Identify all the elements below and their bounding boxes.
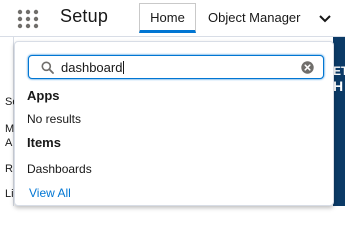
view-all-link[interactable]: View All [29, 186, 71, 200]
clear-icon[interactable] [301, 61, 314, 74]
items-heading: Items [27, 135, 61, 150]
quick-find-search-input[interactable]: dashboard [28, 55, 324, 79]
background-banner [333, 37, 345, 206]
background-sidebar [0, 37, 14, 206]
background-text: R [5, 163, 13, 175]
search-icon [41, 61, 54, 74]
quick-find-dropdown: dashboard Apps No results Items Dashboar… [14, 41, 334, 206]
tab-home[interactable]: Home [139, 3, 196, 33]
app-title: Setup [60, 6, 109, 26]
background-text: ET [333, 64, 345, 78]
background-text: A [5, 137, 13, 149]
result-item-dashboards[interactable]: Dashboards [27, 162, 92, 176]
apps-heading: Apps [27, 88, 60, 103]
app-launcher-icon[interactable] [17, 9, 39, 29]
background-text: M [5, 123, 15, 135]
apps-no-results: No results [27, 112, 82, 126]
global-header: Setup Home Object Manager [0, 0, 345, 37]
background-text: H [333, 78, 344, 94]
background-text: Li [5, 188, 14, 200]
tab-object-manager[interactable]: Object Manager [208, 10, 301, 25]
search-value: dashboard [61, 60, 125, 75]
chevron-down-icon[interactable] [318, 12, 332, 24]
